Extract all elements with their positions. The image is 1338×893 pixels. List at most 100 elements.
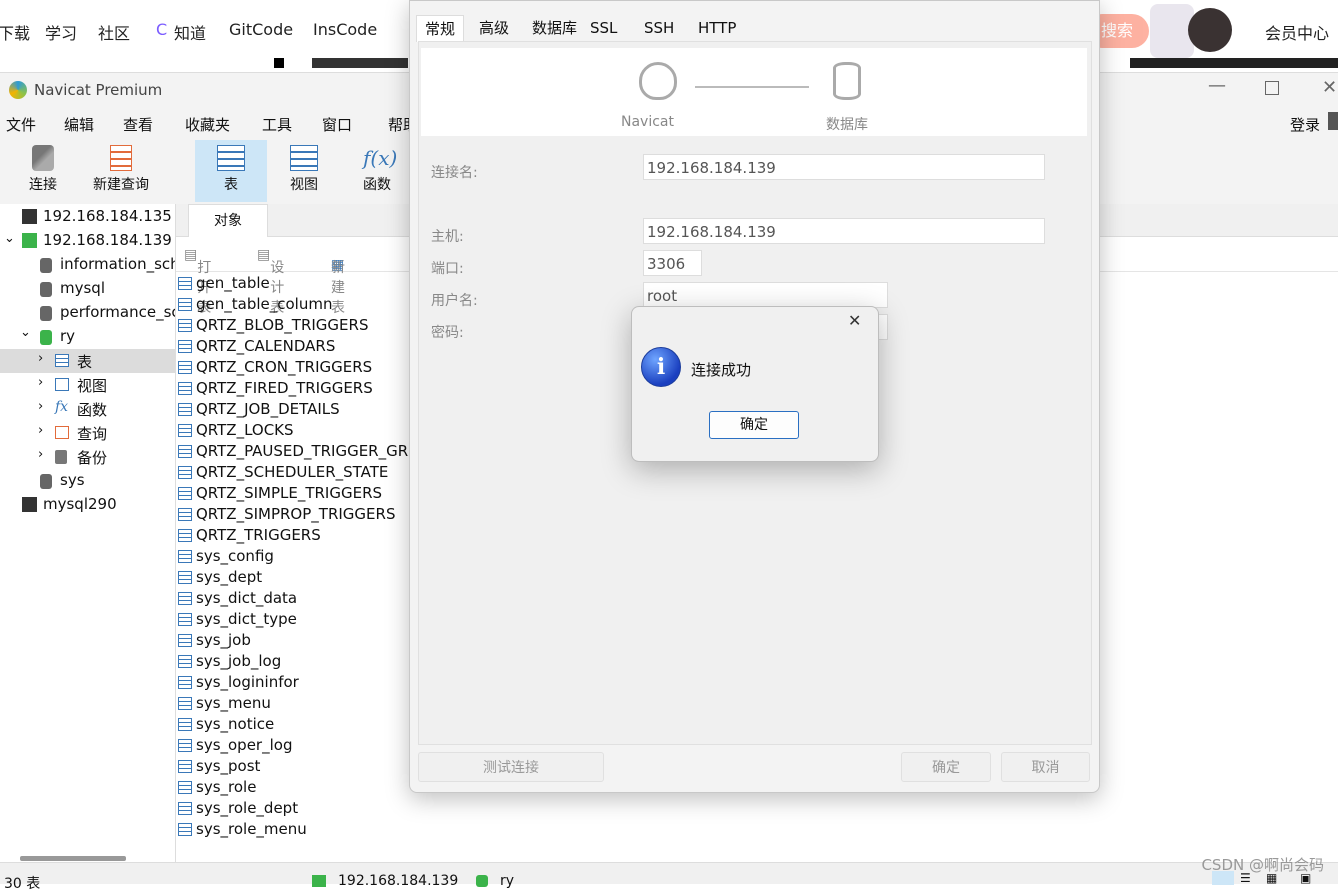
status-bar: 30 表 192.168.184.139 ry ☰ ▦ ▣ xyxy=(0,862,1338,892)
tree-database[interactable]: ⌄ ry xyxy=(0,325,175,349)
tree-database[interactable]: sys xyxy=(0,469,175,493)
table-name: sys_role_dept xyxy=(196,799,299,817)
view-button[interactable]: 视图 xyxy=(276,140,332,202)
tab-http[interactable]: HTTP xyxy=(690,15,744,41)
close-window-icon[interactable]: ✕ xyxy=(1322,77,1337,98)
table-icon xyxy=(178,424,192,437)
chevron-down-icon[interactable]: ⌄ xyxy=(4,231,15,246)
menu-view[interactable]: 查看 xyxy=(123,114,153,135)
table-name: QRTZ_CALENDARS xyxy=(196,337,336,355)
open-table-button[interactable]: ▤ 打开表 xyxy=(184,247,211,316)
chevron-right-icon[interactable]: › xyxy=(38,447,43,462)
table-icon xyxy=(178,634,192,647)
nav-gitcode[interactable]: GitCode xyxy=(229,20,293,39)
conn-name-label: 连接名: xyxy=(431,165,478,181)
nav-zhidao[interactable]: 知道 xyxy=(174,20,206,44)
menu-window[interactable]: 窗口 xyxy=(322,114,352,135)
tree-item-functions[interactable]: › fx 函数 xyxy=(0,397,175,421)
host-field[interactable]: 192.168.184.139 xyxy=(643,218,1045,244)
tree-label: 表 xyxy=(77,353,93,371)
menu-favorites[interactable]: 收藏夹 xyxy=(185,114,230,135)
table-name: sys_logininfor xyxy=(196,673,299,691)
info-icon: i xyxy=(641,347,681,387)
message-ok-button[interactable]: 确定 xyxy=(709,411,799,439)
table-icon xyxy=(178,382,192,395)
status-database: ry xyxy=(500,873,515,889)
connection-banner: Navicat 数据库 xyxy=(421,48,1087,136)
nav-inscode[interactable]: InsCode xyxy=(313,20,377,39)
chevron-right-icon[interactable]: › xyxy=(38,423,43,438)
table-name: sys_dict_type xyxy=(196,610,297,628)
menu-file[interactable]: 文件 xyxy=(6,114,36,135)
table-name: QRTZ_FIRED_TRIGGERS xyxy=(196,379,373,397)
login-link[interactable]: 登录 xyxy=(1290,114,1320,135)
chevron-right-icon[interactable]: › xyxy=(38,399,43,414)
conn-name-field[interactable]: 192.168.184.139 xyxy=(643,154,1045,180)
maximize-icon[interactable] xyxy=(1265,81,1279,95)
backup-icon xyxy=(55,450,67,464)
message-text: 连接成功 xyxy=(691,361,752,379)
view-icon xyxy=(55,378,69,391)
tree-database[interactable]: mysql xyxy=(0,277,175,301)
member-center-link[interactable]: 会员中心 xyxy=(1265,20,1329,44)
tab-advanced[interactable]: 高级 xyxy=(471,15,517,41)
tree-connection[interactable]: mysql290 xyxy=(0,493,175,517)
view-label: 视图 xyxy=(290,177,318,193)
table-icon xyxy=(178,697,192,710)
table-name: sys_config xyxy=(196,547,274,565)
nav-community[interactable]: 社区 xyxy=(98,20,130,44)
tree-item-views[interactable]: › 视图 xyxy=(0,373,175,397)
new-query-button[interactable]: 新建查询 xyxy=(86,140,156,202)
menu-edit[interactable]: 编辑 xyxy=(64,114,94,135)
chevron-right-icon[interactable]: › xyxy=(38,375,43,390)
database-icon xyxy=(40,258,52,273)
table-icon xyxy=(178,298,192,311)
table-icon xyxy=(217,145,245,171)
connect-button[interactable]: 连接 xyxy=(18,140,68,202)
function-button[interactable]: f(x) 函数 xyxy=(350,140,404,202)
table-name: sys_oper_log xyxy=(196,736,293,754)
nav-download[interactable]: 下载 xyxy=(0,20,30,44)
table-icon xyxy=(178,340,192,353)
server-connected-icon xyxy=(312,875,326,887)
tree-database[interactable]: performance_schema xyxy=(0,301,175,325)
test-connection-button[interactable]: 测试连接 xyxy=(418,752,604,782)
connect-label: 连接 xyxy=(29,177,57,193)
minimize-icon[interactable]: — xyxy=(1208,75,1226,96)
tree-item-backups[interactable]: › 备份 xyxy=(0,445,175,469)
table-name: sys_dept xyxy=(196,568,263,586)
user-field[interactable]: root xyxy=(643,282,888,308)
table-button[interactable]: 表 xyxy=(195,140,267,202)
tree-item-queries[interactable]: › 查询 xyxy=(0,421,175,445)
page-strip xyxy=(274,58,284,68)
tree-label: 192.168.184.139 xyxy=(43,231,172,249)
menu-tools[interactable]: 工具 xyxy=(262,114,292,135)
new-query-icon xyxy=(110,145,132,171)
table-icon xyxy=(178,781,192,794)
tab-general[interactable]: 常规 xyxy=(416,15,465,42)
table-name: QRTZ_JOB_DETAILS xyxy=(196,400,340,418)
tab-databases[interactable]: 数据库 xyxy=(524,15,585,41)
horizontal-scrollbar[interactable] xyxy=(20,856,126,861)
table-icon xyxy=(178,361,192,374)
nav-learn[interactable]: 学习 xyxy=(45,20,77,44)
port-field[interactable]: 3306 xyxy=(643,250,702,276)
tree-connection[interactable]: ⌄ 192.168.184.139 xyxy=(0,229,175,253)
tree-item-tables[interactable]: › 表 xyxy=(0,349,175,373)
tab-ssl[interactable]: SSL xyxy=(582,15,625,41)
chevron-right-icon[interactable]: › xyxy=(38,351,43,366)
design-table-button[interactable]: ▤ 设计表 xyxy=(257,247,284,316)
pin-icon xyxy=(1328,112,1338,130)
tree-database[interactable]: information_schema xyxy=(0,253,175,277)
server-connected-icon xyxy=(22,233,37,248)
cancel-button[interactable]: 取消 xyxy=(1001,752,1090,782)
user-avatar[interactable] xyxy=(1188,8,1232,52)
tab-ssh[interactable]: SSH xyxy=(636,15,682,41)
ok-button[interactable]: 确定 xyxy=(901,752,991,782)
host-label: 主机: xyxy=(431,229,464,245)
tab-objects[interactable]: 对象 xyxy=(188,204,268,238)
tree-connection[interactable]: 192.168.184.135 xyxy=(0,205,175,229)
close-icon[interactable]: ✕ xyxy=(848,311,861,330)
chevron-down-icon[interactable]: ⌄ xyxy=(20,325,31,340)
table-name: gen_table_column xyxy=(196,295,333,313)
